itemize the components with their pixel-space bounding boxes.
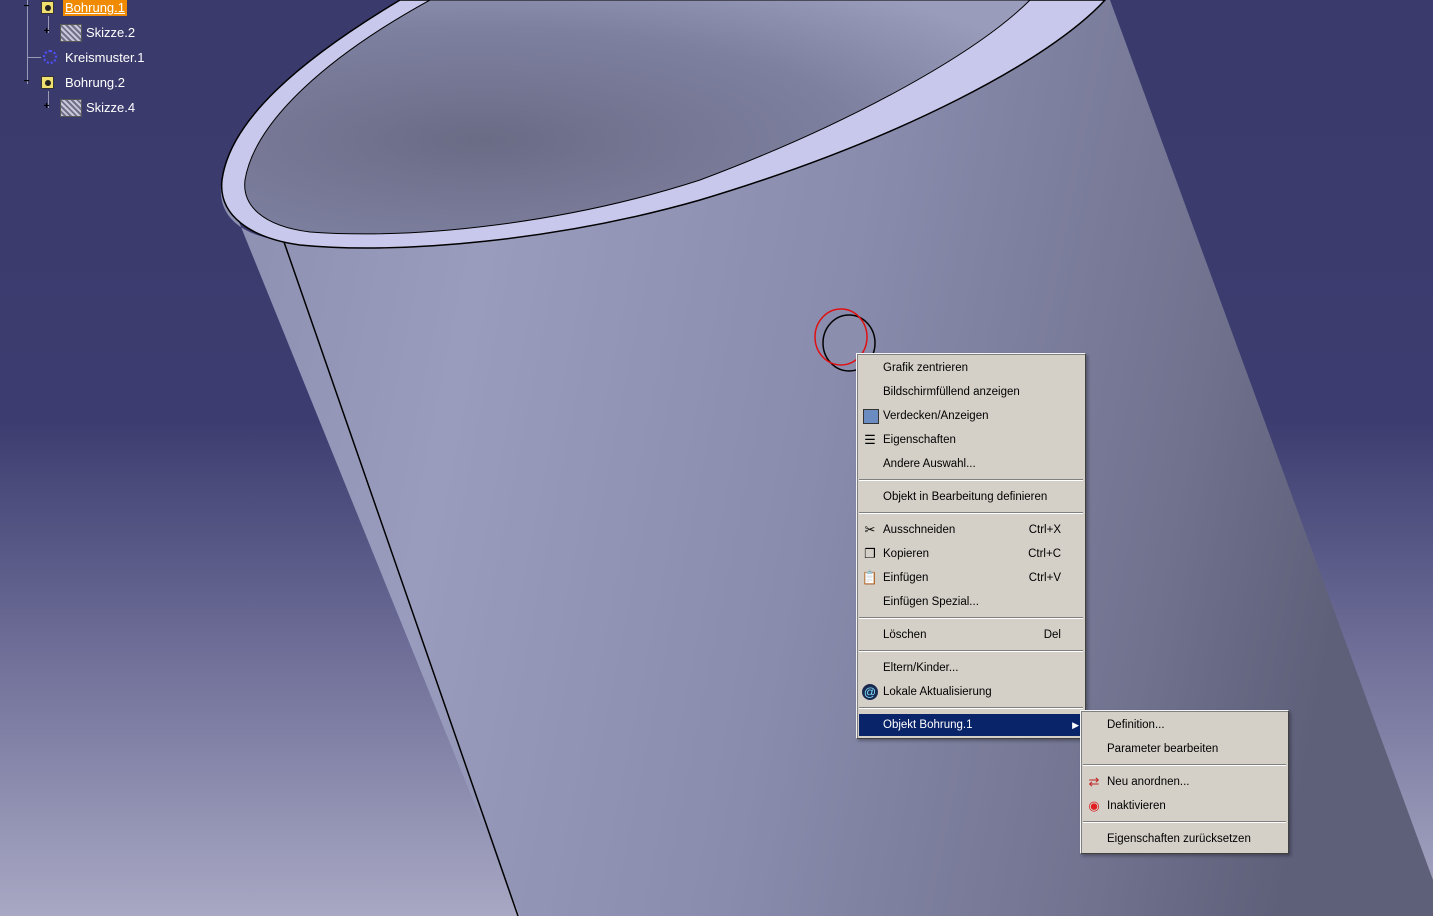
specification-tree: − Bohrung.1 + Skizze.2 Kreismuster.1 − B… xyxy=(0,0,200,130)
menu-item-label: Einfügen Spezial... xyxy=(883,596,979,608)
menu-item-label: Kopieren xyxy=(883,548,930,560)
menu-item-grafik-zentrieren[interactable]: Grafik zentrieren xyxy=(859,357,1083,379)
tree-connector xyxy=(27,0,28,84)
tree-item-bohrung-1[interactable]: Bohrung.1 xyxy=(63,0,127,16)
menu-item-einfuegen[interactable]: 📋 Einfügen Ctrl+V xyxy=(859,567,1083,589)
sketch-icon xyxy=(60,99,82,117)
menu-separator xyxy=(1083,821,1286,823)
tree-item-skizze-4[interactable]: Skizze.4 xyxy=(86,100,135,116)
menu-item-loeschen[interactable]: Löschen Del xyxy=(859,624,1083,646)
menu-item-label: Lokale Aktualisierung xyxy=(883,686,992,698)
menu-separator xyxy=(859,617,1083,619)
menu-item-objekt-definieren[interactable]: Objekt in Bearbeitung definieren xyxy=(859,486,1083,508)
menu-item-lokale-aktualisierung[interactable]: @ Lokale Aktualisierung xyxy=(859,681,1083,703)
menu-item-label: Bildschirmfüllend anzeigen xyxy=(883,386,1020,398)
menu-separator xyxy=(859,650,1083,652)
menu-item-andere-auswahl[interactable]: Andere Auswahl... xyxy=(859,453,1083,475)
menu-item-label: Eigenschaften zurücksetzen xyxy=(1107,833,1251,845)
hide-show-icon xyxy=(863,409,879,424)
menu-item-label: Definition... xyxy=(1107,719,1165,731)
tree-expand-icon[interactable]: + xyxy=(42,27,51,37)
menu-item-shortcut: Ctrl+X xyxy=(1028,524,1061,536)
submenu-item-neu-anordnen[interactable]: ⇄ Neu anordnen... xyxy=(1083,771,1286,793)
menu-item-label: Andere Auswahl... xyxy=(883,458,976,470)
tree-connector xyxy=(27,57,41,58)
menu-item-label: Löschen xyxy=(883,629,927,641)
submenu-item-definition[interactable]: Definition... xyxy=(1083,714,1286,736)
menu-separator xyxy=(1083,764,1286,766)
submenu-item-inaktivieren[interactable]: ◉ Inaktivieren xyxy=(1083,795,1286,817)
menu-item-eltern-kinder[interactable]: Eltern/Kinder... xyxy=(859,657,1083,679)
menu-item-label: Parameter bearbeiten xyxy=(1107,743,1219,755)
tree-item-bohrung-2[interactable]: Bohrung.2 xyxy=(65,75,125,91)
menu-item-shortcut: Ctrl+C xyxy=(1028,548,1061,560)
menu-item-label: Einfügen xyxy=(883,572,929,584)
reorder-icon: ⇄ xyxy=(1088,774,1100,789)
submenu: Definition... Parameter bearbeiten ⇄ Neu… xyxy=(1080,710,1289,854)
context-menu: Grafik zentrieren Bildschirmfüllend anze… xyxy=(856,353,1086,739)
menu-item-label: Objekt in Bearbeitung definieren xyxy=(883,491,1048,503)
menu-item-ausschneiden[interactable]: ✂ Ausschneiden Ctrl+X xyxy=(859,519,1083,541)
menu-item-label: Eigenschaften xyxy=(883,434,956,446)
submenu-item-parameter-bearbeiten[interactable]: Parameter bearbeiten xyxy=(1083,738,1286,760)
menu-item-label: Eltern/Kinder... xyxy=(883,662,959,674)
paste-icon: 📋 xyxy=(861,570,879,585)
menu-separator xyxy=(859,707,1083,709)
tree-expand-icon[interactable]: + xyxy=(42,102,51,112)
properties-icon: ☰ xyxy=(864,432,876,447)
deactivate-icon: ◉ xyxy=(1088,798,1100,813)
menu-item-kopieren[interactable]: ❐ Kopieren Ctrl+C xyxy=(859,543,1083,565)
hole-icon xyxy=(41,1,54,14)
menu-item-einfuegen-spezial[interactable]: Einfügen Spezial... xyxy=(859,591,1083,613)
circular-pattern-icon xyxy=(43,50,57,64)
menu-item-label: Ausschneiden xyxy=(883,524,956,536)
copy-icon: ❐ xyxy=(864,546,876,561)
tree-collapse-icon[interactable]: − xyxy=(22,2,31,12)
menu-item-verdecken-anzeigen[interactable]: Verdecken/Anzeigen xyxy=(859,405,1083,427)
sketch-icon xyxy=(60,24,82,42)
menu-item-label: Verdecken/Anzeigen xyxy=(883,410,989,422)
menu-item-label: Inaktivieren xyxy=(1107,800,1166,812)
menu-item-shortcut: Del xyxy=(1043,629,1061,641)
menu-item-eigenschaften[interactable]: ☰ Eigenschaften xyxy=(859,429,1083,451)
scissors-icon: ✂ xyxy=(864,522,876,537)
submenu-item-eigenschaften-zuruecksetzen[interactable]: Eigenschaften zurücksetzen xyxy=(1083,828,1286,850)
tree-item-kreismuster-1[interactable]: Kreismuster.1 xyxy=(65,50,144,66)
menu-item-shortcut: Ctrl+V xyxy=(1028,572,1061,584)
menu-separator xyxy=(859,512,1083,514)
menu-item-objekt-bohrung[interactable]: Objekt Bohrung.1 ▶ xyxy=(859,714,1083,736)
hole-icon xyxy=(41,76,54,89)
menu-item-label: Grafik zentrieren xyxy=(883,362,969,374)
tree-item-skizze-2[interactable]: Skizze.2 xyxy=(86,25,135,41)
menu-separator xyxy=(859,479,1083,481)
menu-item-bildschirmfuellend[interactable]: Bildschirmfüllend anzeigen xyxy=(859,381,1083,403)
menu-item-label: Neu anordnen... xyxy=(1107,776,1190,788)
submenu-arrow-icon: ▶ xyxy=(1072,720,1079,730)
menu-item-label: Objekt Bohrung.1 xyxy=(883,719,973,731)
tree-collapse-icon[interactable]: − xyxy=(22,77,31,87)
local-update-icon: @ xyxy=(862,684,878,700)
